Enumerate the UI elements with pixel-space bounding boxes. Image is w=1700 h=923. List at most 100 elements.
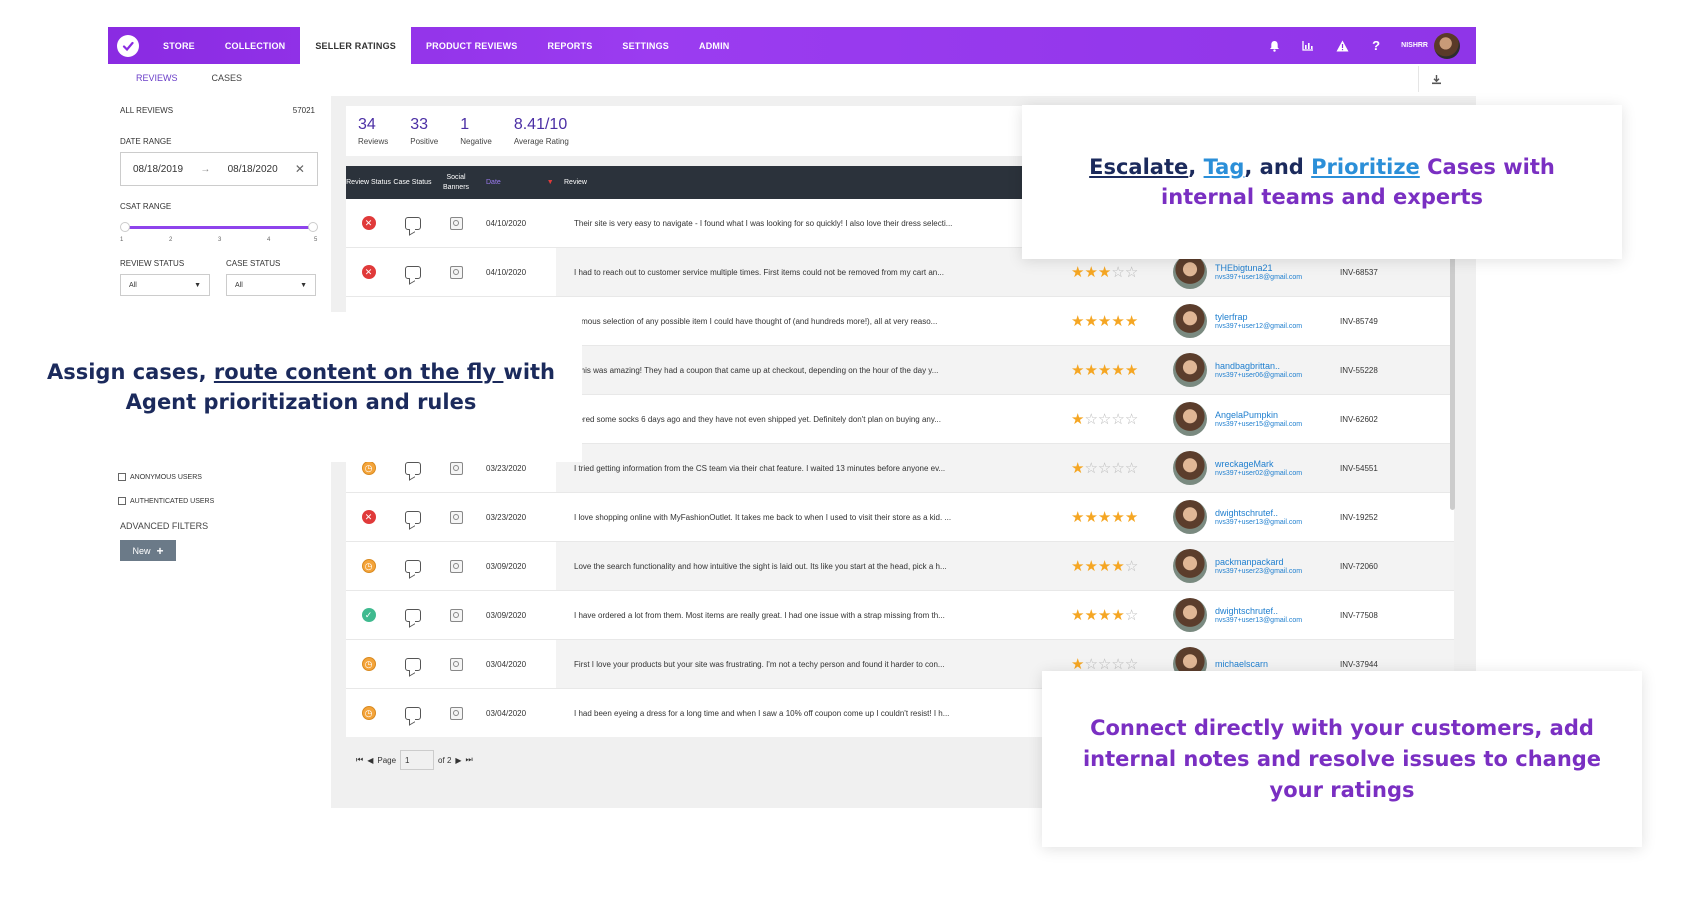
reviewer-email[interactable]: nvs397+user06@gmail.com (1215, 372, 1302, 379)
nav-admin[interactable]: ADMIN (684, 27, 745, 64)
table-row[interactable]: ✕ 03/23/2020 I love shopping online with… (346, 493, 1454, 542)
review-status-select[interactable]: All ▼ (120, 274, 210, 296)
social-banner-icon[interactable] (449, 559, 463, 573)
user-avatar[interactable] (1173, 598, 1207, 632)
download-button[interactable] (1418, 66, 1454, 92)
table-row[interactable]: ✓ 03/09/2020 I have ordered a lot from t… (346, 591, 1454, 640)
bell-icon[interactable] (1257, 40, 1291, 52)
header-review[interactable]: Review (556, 178, 1031, 188)
date-from[interactable]: 08/18/2019 (133, 164, 183, 175)
reviewer-name[interactable]: tylerfrap (1215, 312, 1302, 322)
review-text[interactable]: I had been eyeing a dress for a long tim… (556, 689, 1031, 737)
social-banner-icon[interactable] (449, 706, 463, 720)
review-text[interactable]: Their site is very easy to navigate - I … (556, 199, 1031, 247)
table-scrollbar[interactable] (1450, 255, 1455, 510)
chat-icon[interactable] (404, 216, 421, 230)
reviewer-name[interactable]: wreckageMark (1215, 459, 1302, 469)
review-text[interactable]: I had to reach out to customer service m… (556, 248, 1031, 296)
next-page-icon[interactable]: ▶ (455, 756, 461, 765)
tag-link[interactable]: Tag (1204, 155, 1245, 179)
social-banner-icon[interactable] (449, 216, 463, 230)
header-case-status[interactable]: Case Status (391, 178, 434, 188)
user-avatar[interactable] (1173, 500, 1207, 534)
user-avatar[interactable] (1173, 353, 1207, 387)
header-social-banners[interactable]: Social Banners (434, 173, 478, 193)
review-text[interactable]: Love the search functionality and how in… (556, 542, 1031, 590)
header-date[interactable]: Date ▼ (478, 178, 556, 188)
csat-slider-min-handle[interactable] (120, 222, 130, 232)
prev-page-icon[interactable]: ◀ (367, 756, 373, 765)
clear-icon[interactable]: ✕ (295, 162, 305, 176)
approved-status-icon[interactable]: ✓ (361, 608, 376, 622)
reviewer-email[interactable]: nvs397+user23@gmail.com (1215, 568, 1302, 575)
escalate-link[interactable]: Escalate (1089, 155, 1188, 179)
csat-slider[interactable] (120, 221, 318, 237)
app-logo[interactable] (108, 27, 148, 64)
anonymous-users-checkbox[interactable]: ANONYMOUS USERS (118, 465, 214, 489)
review-text[interactable]: I have ordered a lot from them. Most ite… (556, 591, 1031, 639)
user-avatar[interactable] (1173, 549, 1207, 583)
user-avatar[interactable] (1434, 32, 1460, 59)
reviewer-email[interactable]: nvs397+user18@gmail.com (1215, 274, 1302, 281)
reviewer-email[interactable]: nvs397+user12@gmail.com (1215, 323, 1302, 330)
table-row[interactable]: ◷ 03/09/2020 Love the search functionali… (346, 542, 1454, 591)
nav-collection[interactable]: COLLECTION (210, 27, 301, 64)
reviewer-name[interactable]: dwightschrutef.. (1215, 606, 1302, 616)
pending-status-icon[interactable]: ◷ (361, 657, 376, 671)
nav-settings[interactable]: SETTINGS (607, 27, 684, 64)
reviewer-name[interactable]: handbagbrittan.. (1215, 361, 1302, 371)
first-page-icon[interactable]: ⏮ (356, 755, 363, 765)
nav-store[interactable]: STORE (148, 27, 210, 64)
rejected-status-icon[interactable]: ✕ (361, 265, 376, 279)
rejected-status-icon[interactable]: ✕ (361, 510, 376, 524)
invoice-id[interactable]: INV-54551 (1336, 464, 1378, 473)
nav-reports[interactable]: REPORTS (533, 27, 608, 64)
reviewer-name[interactable]: dwightschrutef.. (1215, 508, 1302, 518)
invoice-id[interactable]: INV-77508 (1336, 611, 1378, 620)
date-to[interactable]: 08/18/2020 (228, 164, 278, 175)
chat-icon[interactable] (404, 461, 421, 475)
social-banner-icon[interactable] (449, 461, 463, 475)
all-reviews-row[interactable]: ALL REVIEWS 57021 (108, 106, 323, 115)
pending-status-icon[interactable]: ◷ (361, 706, 376, 720)
reviewer-name[interactable]: THEbigtuna21 (1215, 263, 1302, 273)
user-avatar[interactable] (1173, 304, 1207, 338)
new-filter-button[interactable]: New + (120, 540, 176, 561)
invoice-id[interactable]: INV-68537 (1336, 268, 1378, 277)
page-input[interactable]: 1 (400, 750, 435, 770)
review-text[interactable]: ormous selection of any possible item I … (556, 297, 1031, 345)
invoice-id[interactable]: INV-19252 (1336, 513, 1378, 522)
prioritize-link[interactable]: Prioritize (1311, 155, 1420, 179)
invoice-id[interactable]: INV-85749 (1336, 317, 1378, 326)
chat-icon[interactable] (404, 657, 421, 671)
nav-seller-ratings[interactable]: SELLER RATINGS (300, 27, 411, 64)
invoice-id[interactable]: INV-37944 (1336, 660, 1378, 669)
chat-icon[interactable] (404, 510, 421, 524)
case-status-select[interactable]: All ▼ (226, 274, 316, 296)
reviewer-email[interactable]: nvs397+user13@gmail.com (1215, 617, 1302, 624)
reviewer-email[interactable]: nvs397+user13@gmail.com (1215, 519, 1302, 526)
review-text[interactable]: I tried getting information from the CS … (556, 444, 1031, 492)
tab-cases[interactable]: CASES (192, 73, 257, 83)
social-banner-icon[interactable] (449, 265, 463, 279)
reviewer-email[interactable]: nvs397+user15@gmail.com (1215, 421, 1302, 428)
rejected-status-icon[interactable]: ✕ (361, 216, 376, 230)
csat-slider-max-handle[interactable] (308, 222, 318, 232)
invoice-id[interactable]: INV-62602 (1336, 415, 1378, 424)
pending-status-icon[interactable]: ◷ (361, 559, 376, 573)
review-text[interactable]: I love shopping online with MyFashionOut… (556, 493, 1031, 541)
checkbox-icon[interactable] (118, 473, 126, 481)
pending-status-icon[interactable]: ◷ (361, 461, 376, 475)
social-banner-icon[interactable] (449, 608, 463, 622)
review-text[interactable]: , this was amazing! They had a coupon th… (556, 346, 1031, 394)
reviewer-name[interactable]: packmanpackard (1215, 557, 1302, 567)
chat-icon[interactable] (404, 265, 421, 279)
review-text[interactable]: First I love your products but your site… (556, 640, 1031, 688)
last-page-icon[interactable]: ⏭ (466, 755, 473, 765)
reviewer-email[interactable]: nvs397+user02@gmail.com (1215, 470, 1302, 477)
social-banner-icon[interactable] (449, 657, 463, 671)
invoice-id[interactable]: INV-72060 (1336, 562, 1378, 571)
chart-icon[interactable] (1291, 40, 1325, 51)
reviewer-name[interactable]: michaelscarn (1215, 659, 1268, 669)
reviewer-name[interactable]: AngelaPumpkin (1215, 410, 1302, 420)
